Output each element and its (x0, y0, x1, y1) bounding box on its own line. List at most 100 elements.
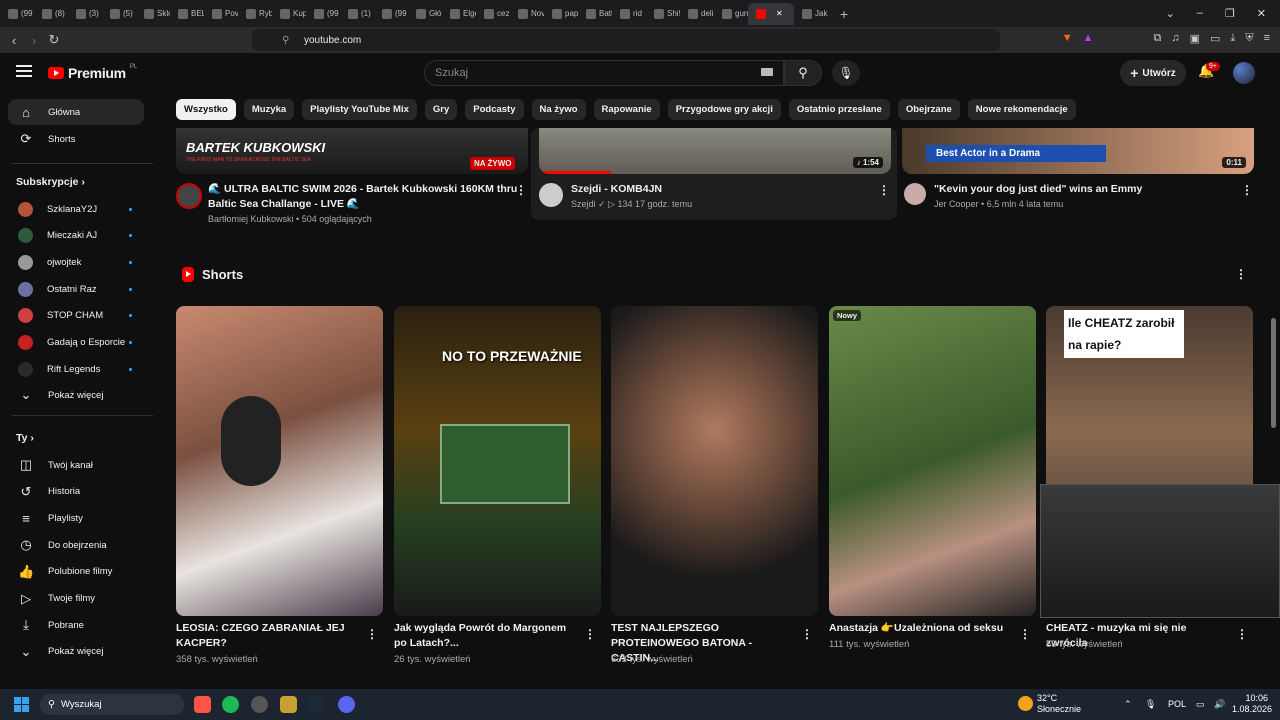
short-title[interactable]: Anastazja 👉Uzależniona od seksu (829, 621, 1004, 636)
mic-tray-icon[interactable]: 🎙 (1145, 699, 1156, 710)
sidebar-item-download[interactable]: ⤓ Pobrane (8, 612, 144, 638)
show-more-subscriptions[interactable]: ⌄ Pokaż więcej (8, 382, 144, 408)
more-options-icon[interactable]: ⋮ (878, 183, 890, 197)
sidebar-item-channel[interactable]: ◫ Twój kanał (8, 452, 144, 478)
page-scrollbar[interactable] (1271, 318, 1276, 428)
more-options-icon[interactable]: ⋮ (584, 627, 596, 641)
filter-chip[interactable]: Muzyka (243, 99, 295, 120)
account-avatar[interactable] (1233, 62, 1255, 84)
browser-tab[interactable]: (5) (102, 3, 136, 25)
browser-tab[interactable]: (8) (34, 3, 68, 25)
menu-icon[interactable] (16, 65, 32, 77)
browser-tab[interactable]: gun (714, 3, 748, 25)
app-taskbar-icon[interactable] (251, 696, 268, 713)
browser-tab[interactable]: cez (476, 3, 510, 25)
network-icon[interactable]: ▭ (1196, 699, 1205, 710)
browser-tab[interactable]: deli (680, 3, 714, 25)
weather-icon[interactable] (1018, 696, 1033, 711)
wallet-icon[interactable]: ▭ (1210, 32, 1220, 45)
sidebar-subscription[interactable]: ojwojtek (8, 249, 144, 275)
menu-icon[interactable]: ≡ (1264, 32, 1270, 45)
sidebar-subscription[interactable]: Gadają o Esporcie (8, 330, 144, 356)
vpn-icon[interactable]: ⛨ (1245, 32, 1253, 45)
new-tab-icon[interactable]: + (840, 6, 848, 22)
picture-in-picture-webcam[interactable] (1040, 484, 1280, 618)
channel-avatar[interactable] (539, 183, 563, 207)
video-thumbnail[interactable]: ♪ 1:54 (539, 128, 891, 174)
keyboard-icon[interactable] (761, 68, 773, 76)
sidebar-item-like[interactable]: 👍 Polubione filmy (8, 559, 144, 585)
maximize-icon[interactable]: ❐ (1225, 7, 1235, 20)
filter-chip[interactable]: Na żywo (531, 99, 586, 120)
filter-chip[interactable]: Rapowanie (593, 99, 660, 120)
close-window-icon[interactable]: ✕ (1257, 7, 1266, 20)
url-field[interactable]: ⚲ youtube.com (252, 29, 1000, 51)
browser-tab[interactable]: Jak (794, 3, 828, 25)
filter-chip[interactable]: Obejrzane (897, 99, 960, 120)
channel-name[interactable]: Jer Cooper (934, 199, 979, 209)
browser-tab[interactable]: Elgo (442, 3, 476, 25)
volume-icon[interactable]: 🔊 (1214, 699, 1225, 710)
channel-avatar[interactable] (176, 183, 202, 209)
browser-tab[interactable]: Kup (272, 3, 306, 25)
filter-chip[interactable]: Podcasty (465, 99, 524, 120)
browser-tab[interactable]: (1) (340, 3, 374, 25)
more-options-icon[interactable]: ⋮ (366, 627, 378, 641)
search-input[interactable]: Szukaj (424, 60, 784, 86)
filter-chip[interactable]: Playlisty YouTube Mix (302, 99, 417, 120)
browser-tab[interactable]: Shi! (646, 3, 680, 25)
spotify-taskbar-icon[interactable] (222, 696, 239, 713)
browser-tab[interactable]: (99 (0, 3, 34, 25)
sidebar-item-playlist[interactable]: ≡ Playlisty (8, 505, 144, 531)
filter-chip[interactable]: Wszystko (176, 99, 236, 120)
filter-chip[interactable]: Przygodowe gry akcji (667, 99, 781, 120)
browser-tab[interactable]: Ryb (238, 3, 272, 25)
video-title[interactable]: 🌊 ULTRA BALTIC SWIM 2026 - Bartek Kubkow… (208, 182, 518, 212)
sidebar-item-your-videos[interactable]: ▷ Twoje filmy (8, 586, 144, 612)
browser-tab[interactable]: (99 (374, 3, 408, 25)
browser-tab[interactable]: Pov (204, 3, 238, 25)
sidebar-item-home[interactable]: ⌂ Główna (8, 99, 144, 125)
video-title[interactable]: Szejdi - KOMB4JN (571, 182, 662, 197)
media-icon[interactable]: ♫ (1171, 32, 1179, 45)
back-icon[interactable]: ‹ (4, 33, 24, 48)
browser-tab[interactable]: ✕ (748, 2, 794, 25)
weather-widget[interactable]: 32°C Słonecznie (1037, 693, 1081, 715)
start-button[interactable] (14, 697, 29, 712)
video-thumbnail[interactable]: BARTEK KUBKOWSKI THE FIRST MAN TO SWIM A… (176, 128, 528, 174)
short-title[interactable]: Jak wygląda Powrót do Margonem po Latach… (394, 621, 569, 651)
sidebar-subscription[interactable]: STOP CHAM (8, 303, 144, 329)
more-options-icon[interactable]: ⋮ (1236, 627, 1248, 641)
download-icon[interactable]: ⤓ (1230, 32, 1235, 45)
channel-avatar[interactable] (904, 183, 926, 205)
browser-tab[interactable]: rid (612, 3, 646, 25)
more-options-icon[interactable]: ⋮ (1235, 267, 1247, 281)
clock[interactable]: 10:06 1.08.2026 (1232, 693, 1272, 715)
steam-taskbar-icon[interactable] (308, 696, 325, 713)
site-info-icon[interactable]: ⚲ (282, 35, 289, 46)
search-button[interactable]: ⚲ (784, 60, 822, 86)
rewards-icon[interactable]: ▲ (1083, 32, 1094, 45)
filter-chip[interactable]: Gry (424, 99, 458, 120)
discord-taskbar-icon[interactable] (338, 696, 355, 713)
tray-chevron-icon[interactable]: ⌃ (1124, 699, 1132, 710)
sidebar-item-shorts[interactable]: ⟳ Shorts (8, 126, 144, 152)
browser-tab[interactable]: pap (544, 3, 578, 25)
short-thumbnail[interactable]: NO TO PRZEWAŻNIE (394, 306, 601, 616)
video-thumbnail[interactable]: Best Actor in a Drama 0:11 (902, 128, 1254, 174)
video-title[interactable]: "Kevin your dog just died" wins an Emmy (934, 182, 1142, 197)
short-title[interactable]: LEOSIA: CZEGO ZABRANIAŁ JEJ KACPER? (176, 621, 351, 651)
taskbar-search[interactable]: ⚲ Wyszukaj (40, 694, 184, 715)
short-thumbnail[interactable] (611, 306, 818, 616)
filter-chip[interactable]: Ostatnio przesłane (788, 99, 890, 120)
sidebar-item-watch-later[interactable]: ◷ Do obejrzenia (8, 532, 144, 558)
short-thumbnail[interactable] (176, 306, 383, 616)
brave-taskbar-icon[interactable] (194, 696, 211, 713)
more-options-icon[interactable]: ⋮ (801, 627, 813, 641)
browser-tab[interactable]: Batt (578, 3, 612, 25)
you-heading[interactable]: Ty › (16, 432, 34, 444)
extensions-icon[interactable]: ⧉ (1154, 32, 1162, 45)
brave-shield-icon[interactable]: ▼ (1062, 32, 1073, 45)
more-options-icon[interactable]: ⋮ (1019, 627, 1031, 641)
browser-tab[interactable]: BEL (170, 3, 204, 25)
